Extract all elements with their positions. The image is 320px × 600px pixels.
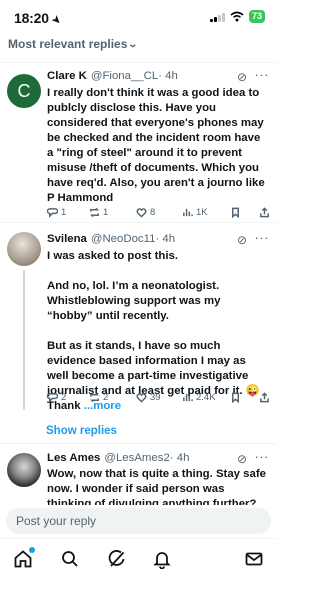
grok-icon[interactable]: ⊘ bbox=[237, 452, 247, 466]
author-handle[interactable]: @LesAmes2 bbox=[104, 452, 169, 464]
reply-text: I really don't think it was a good idea … bbox=[47, 87, 265, 204]
grok-icon[interactable]: ⊘ bbox=[237, 233, 247, 247]
grok-icon[interactable]: ⊘ bbox=[237, 70, 247, 84]
bookmark-icon bbox=[232, 207, 239, 218]
avatar[interactable] bbox=[7, 453, 41, 487]
reply-icon bbox=[47, 392, 58, 403]
view-count: 1K bbox=[196, 206, 208, 218]
status-time: 18:20➤ bbox=[14, 10, 63, 28]
views-button[interactable]: 2.4K bbox=[182, 392, 216, 403]
repost-count: 2 bbox=[103, 391, 109, 403]
show-replies-link[interactable]: Show replies bbox=[46, 425, 117, 437]
author-name[interactable]: Clare K bbox=[47, 70, 87, 82]
reply-header: Svilena @NeoDoc11 · 4h ⊘ ··· bbox=[47, 230, 270, 247]
reply-text-body: I was asked to post this. And no, lol. I… bbox=[47, 250, 260, 412]
reply-item[interactable]: Les Ames @LesAmes2 · 4h ⊘ ··· Wow, now t… bbox=[0, 443, 277, 505]
heart-icon bbox=[136, 392, 147, 403]
tab-notifications[interactable] bbox=[152, 549, 172, 570]
views-icon bbox=[183, 208, 193, 216]
search-icon bbox=[62, 551, 78, 567]
share-button[interactable] bbox=[259, 391, 270, 403]
like-button[interactable]: 39 bbox=[136, 392, 161, 403]
reply-button[interactable]: 1 bbox=[47, 207, 66, 218]
views-icon bbox=[183, 393, 193, 401]
reply-item[interactable]: Svilena @NeoDoc11 · 4h ⊘ ··· I was asked… bbox=[0, 222, 277, 412]
views-button[interactable]: 1K bbox=[182, 207, 208, 218]
chevron-down-icon: ⌄ bbox=[127, 38, 139, 49]
reply-item[interactable]: C Clare K @Fiona__CL · 4h ⊘ ··· I really… bbox=[0, 62, 277, 222]
like-button[interactable]: 8 bbox=[136, 207, 155, 218]
tab-search[interactable] bbox=[60, 549, 80, 569]
like-count: 8 bbox=[150, 206, 156, 218]
post-time: · 4h bbox=[158, 70, 178, 82]
reply-count: 2 bbox=[61, 391, 67, 403]
bookmark-button[interactable] bbox=[230, 392, 241, 403]
repost-icon bbox=[89, 392, 100, 402]
avatar[interactable] bbox=[7, 232, 41, 266]
author-name[interactable]: Svilena bbox=[47, 233, 87, 245]
status-bar: 18:20➤ 73 bbox=[0, 0, 277, 34]
more-options-icon[interactable]: ··· bbox=[255, 230, 270, 245]
reply-sort-dropdown[interactable]: Most relevant replies ⌄ bbox=[8, 37, 139, 51]
status-indicators: 73 bbox=[210, 10, 265, 23]
reply-header: Les Ames @LesAmes2 · 4h ⊘ ··· bbox=[47, 449, 270, 466]
reply-header: Clare K @Fiona__CL · 4h ⊘ ··· bbox=[47, 67, 270, 84]
more-options-icon[interactable]: ··· bbox=[255, 449, 270, 464]
like-count: 39 bbox=[150, 391, 161, 403]
repost-button[interactable]: 1 bbox=[89, 207, 108, 218]
avatar[interactable]: C bbox=[7, 74, 41, 108]
author-handle[interactable]: @NeoDoc11 bbox=[91, 233, 156, 245]
bookmark-button[interactable] bbox=[230, 207, 241, 218]
notifications-icon bbox=[153, 552, 171, 570]
tab-messages[interactable] bbox=[244, 549, 264, 569]
post-time: · 4h bbox=[169, 452, 190, 464]
more-options-icon[interactable]: ··· bbox=[255, 67, 270, 82]
grok-icon bbox=[108, 550, 125, 567]
location-arrow-icon: ➤ bbox=[49, 13, 63, 28]
repost-button[interactable]: 2 bbox=[89, 392, 108, 403]
reply-icon bbox=[47, 207, 58, 218]
sort-label: Most relevant replies bbox=[8, 37, 128, 51]
share-button[interactable] bbox=[259, 206, 270, 218]
post-time: · 4h bbox=[155, 233, 176, 245]
action-bar: 1 1 8 1K bbox=[47, 205, 269, 219]
reply-composer[interactable]: Post your reply bbox=[6, 508, 271, 534]
messages-icon bbox=[245, 552, 263, 566]
bookmark-icon bbox=[232, 392, 239, 403]
clock-time: 18:20 bbox=[14, 10, 49, 26]
author-name[interactable]: Les Ames bbox=[47, 452, 100, 464]
bottom-tab-bar bbox=[0, 538, 277, 600]
reply-text: Wow, now that is quite a thing. Stay saf… bbox=[47, 468, 266, 505]
view-count: 2.4K bbox=[196, 391, 216, 403]
author-handle[interactable]: @Fiona__CL bbox=[91, 70, 158, 82]
reply-count: 1 bbox=[61, 206, 67, 218]
tab-home[interactable] bbox=[13, 547, 35, 569]
repost-count: 1 bbox=[103, 206, 109, 218]
tab-grok[interactable] bbox=[107, 549, 127, 569]
avatar-letter: C bbox=[17, 80, 31, 101]
wifi-icon bbox=[230, 11, 244, 22]
composer-placeholder: Post your reply bbox=[16, 514, 97, 528]
notification-dot bbox=[29, 547, 35, 553]
reply-button[interactable]: 2 bbox=[47, 392, 66, 403]
thread-line bbox=[23, 270, 25, 410]
share-icon bbox=[260, 206, 269, 217]
action-bar: 2 2 39 2.4K bbox=[47, 390, 269, 404]
signal-icon bbox=[210, 12, 225, 22]
battery-indicator: 73 bbox=[248, 10, 265, 23]
share-icon bbox=[260, 391, 269, 402]
heart-icon bbox=[136, 207, 147, 218]
repost-icon bbox=[89, 207, 100, 217]
